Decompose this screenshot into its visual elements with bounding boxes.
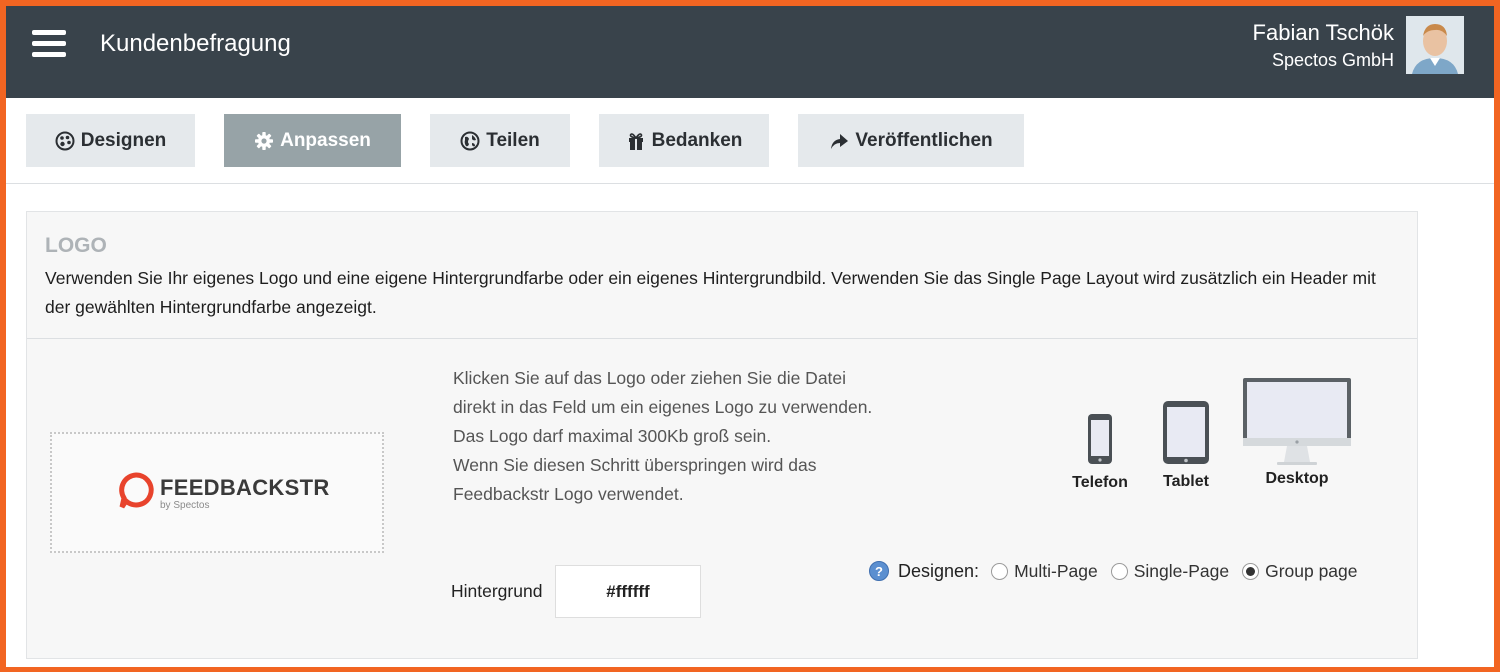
app-frame: Kundenbefragung Fabian Tschök Spectos Gm… — [6, 6, 1494, 667]
publish-arrow-icon — [831, 133, 849, 149]
tab-designen[interactable]: Designen — [26, 114, 195, 167]
user-name[interactable]: Fabian Tschök — [1253, 20, 1394, 46]
app-title: Kundenbefragung — [100, 30, 291, 57]
logo-tagline: by Spectos — [160, 500, 210, 511]
radio-single-page[interactable] — [1110, 562, 1128, 580]
tab-bedanken[interactable]: Bedanken — [599, 114, 769, 167]
menu-icon[interactable] — [32, 30, 66, 58]
globe-icon — [460, 131, 480, 150]
device-tablet[interactable]: Tablet — [1155, 399, 1217, 491]
device-desktop[interactable]: Desktop — [1241, 376, 1353, 488]
logo-panel-header: LOGO Verwenden Sie Ihr eigenes Logo und … — [27, 212, 1417, 339]
section-title: LOGO — [45, 234, 107, 257]
tab-label: Anpassen — [280, 129, 371, 151]
avatar[interactable] — [1406, 16, 1464, 74]
tab-bar: Designen Anpassen Teilen Bedanken Veröff… — [6, 98, 1494, 184]
logo-panel: LOGO Verwenden Sie Ihr eigenes Logo und … — [26, 211, 1418, 659]
device-telefon[interactable]: Telefon — [1067, 412, 1133, 492]
radio-multi-page[interactable] — [991, 562, 1009, 580]
top-bar: Kundenbefragung Fabian Tschök Spectos Gm… — [6, 6, 1494, 98]
radio-label[interactable]: Group page — [1265, 561, 1357, 582]
radio-label[interactable]: Single-Page — [1134, 561, 1229, 582]
device-label: Desktop — [1265, 470, 1329, 487]
phone-icon — [1088, 414, 1112, 464]
speech-bubble-logo-icon — [119, 472, 154, 509]
logo-dropzone[interactable]: FEEDBACKSTR by Spectos — [50, 432, 384, 553]
tab-label: Teilen — [486, 129, 540, 151]
tab-teilen[interactable]: Teilen — [430, 114, 570, 167]
desktop-icon — [1243, 378, 1351, 465]
logo-instructions: Klicken Sie auf das Logo oder ziehen Sie… — [453, 364, 873, 509]
feedbackstr-logo: FEEDBACKSTR by Spectos — [118, 470, 330, 514]
background-label: Hintergrund — [451, 581, 543, 601]
design-options: ? Designen: Multi-Page Single-Page Group… — [869, 557, 1371, 585]
user-company: Spectos GmbH — [1271, 50, 1394, 70]
tab-label: Designen — [80, 129, 167, 151]
device-label: Tablet — [1163, 473, 1209, 490]
tab-label: Bedanken — [651, 129, 743, 151]
instruction-line: Das Logo darf maximal 300Kb groß sein. — [453, 426, 772, 446]
device-label: Telefon — [1072, 474, 1128, 491]
gear-icon — [255, 131, 274, 150]
section-description: Verwenden Sie Ihr eigenes Logo und eine … — [45, 268, 1376, 317]
design-options-label: Designen: — [898, 560, 980, 581]
tab-label: Veröffentlichen — [855, 129, 993, 151]
help-icon[interactable]: ? — [869, 561, 889, 581]
palette-icon — [55, 131, 75, 150]
tab-veroeffentlichen[interactable]: Veröffentlichen — [798, 114, 1024, 167]
instruction-line: Wenn Sie diesen Schritt überspringen wir… — [453, 455, 817, 504]
gift-icon — [628, 132, 643, 150]
logo-wordmark: FEEDBACKSTR — [160, 475, 330, 500]
background-color-input[interactable] — [555, 565, 701, 618]
radio-group-page[interactable] — [1242, 562, 1260, 580]
tablet-icon — [1163, 401, 1209, 464]
tab-anpassen[interactable]: Anpassen — [224, 114, 401, 167]
instruction-line: Klicken Sie auf das Logo oder ziehen Sie… — [453, 368, 873, 417]
radio-label[interactable]: Multi-Page — [1014, 561, 1098, 582]
